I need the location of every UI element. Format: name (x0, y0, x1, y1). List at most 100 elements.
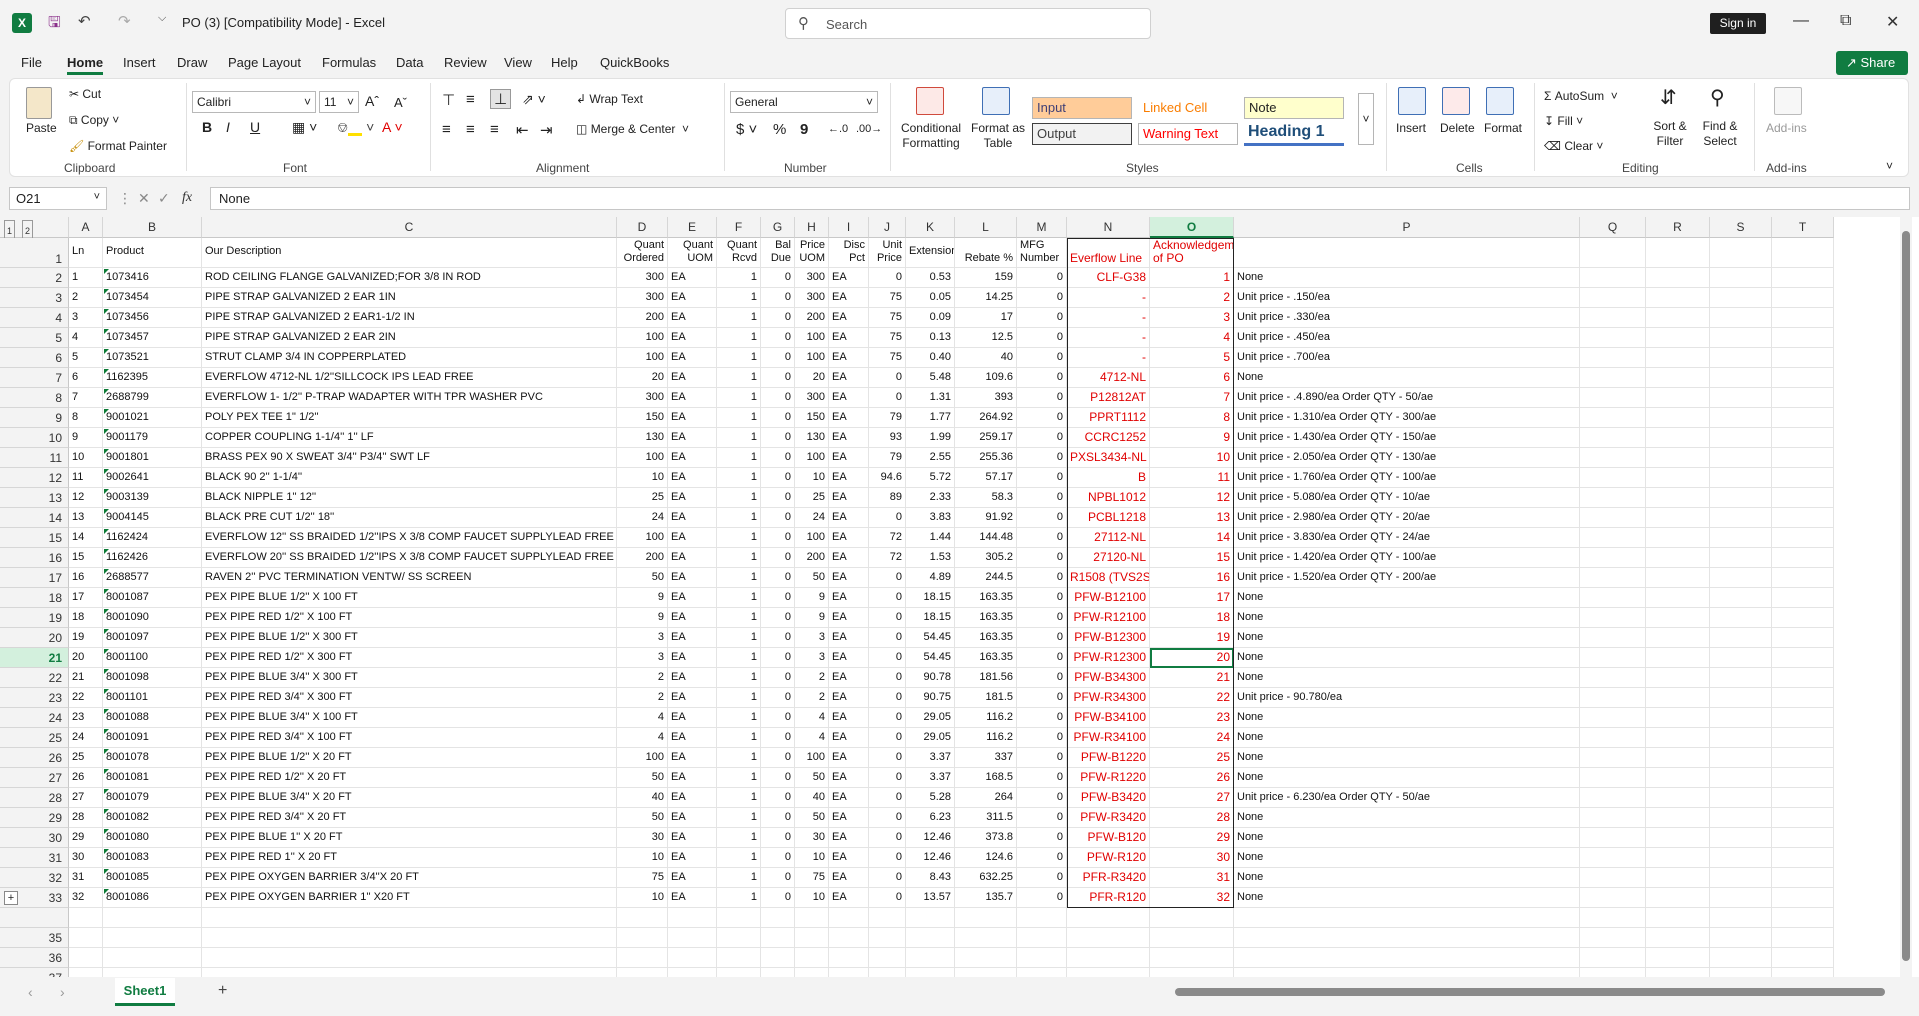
table-cell[interactable]: 0 (1017, 748, 1067, 768)
header-quant-uom[interactable]: Quant UOM (668, 238, 717, 268)
table-cell[interactable]: PEX PIPE BLUE 3/4'' X 20 FT (202, 788, 617, 808)
table-cell[interactable]: PIPE STRAP GALVANIZED 2 EAR 2IN (202, 328, 617, 348)
empty-cell[interactable] (795, 908, 829, 928)
row-header-37[interactable]: 37 (0, 968, 69, 977)
empty-cell[interactable] (1710, 468, 1772, 488)
table-cell[interactable]: 50 (617, 568, 668, 588)
empty-cell[interactable] (1234, 448, 1580, 468)
table-cell[interactable]: NPBL1012 (1067, 488, 1150, 508)
empty-cell[interactable] (668, 908, 717, 928)
empty-cell[interactable] (1772, 308, 1834, 328)
table-cell[interactable]: EA (829, 368, 869, 388)
empty-cell[interactable] (1710, 728, 1772, 748)
table-cell[interactable]: 0 (869, 648, 906, 668)
empty-cell[interactable] (1234, 708, 1580, 728)
empty-cell[interactable] (1580, 728, 1646, 748)
empty-cell[interactable] (1646, 628, 1710, 648)
table-cell[interactable]: PFW-R34100 (1067, 728, 1150, 748)
discrepancy-cell[interactable]: 29 (1150, 828, 1234, 848)
empty-cell[interactable] (1710, 828, 1772, 848)
table-cell[interactable]: 0 (1017, 848, 1067, 868)
empty-cell[interactable] (1646, 848, 1710, 868)
table-cell[interactable]: 2 (795, 668, 829, 688)
table-cell[interactable]: 0.40 (906, 348, 955, 368)
empty-cell[interactable] (1646, 388, 1710, 408)
table-cell[interactable]: 4 (617, 728, 668, 748)
row-header-18[interactable]: 18 (0, 588, 69, 608)
table-cell[interactable]: 2 (795, 688, 829, 708)
empty-cell[interactable] (1646, 448, 1710, 468)
delete-cells-button[interactable]: Delete (1440, 121, 1475, 135)
table-cell[interactable]: PEX PIPE BLUE 3/4'' X 100 FT (202, 708, 617, 728)
table-cell[interactable]: EA (668, 628, 717, 648)
empty-cell[interactable] (717, 908, 761, 928)
table-cell[interactable]: PEX PIPE RED 1'' X 20 FT (202, 848, 617, 868)
table-cell[interactable]: PEX PIPE BLUE 3/4'' X 300 FT (202, 668, 617, 688)
table-cell[interactable]: EA (829, 708, 869, 728)
empty-cell[interactable] (1646, 868, 1710, 888)
table-cell[interactable]: 14 (69, 528, 103, 548)
table-cell[interactable]: 311.5 (955, 808, 1017, 828)
header-discrepancies-on-everflow-s-acknowledgement-of-po[interactable]: Discrepancies on Everflow's Acknowledgem… (1150, 238, 1234, 268)
table-cell[interactable]: 1 (717, 648, 761, 668)
product-cell[interactable]: 8001083 (103, 848, 202, 868)
table-cell[interactable]: EA (668, 408, 717, 428)
table-cell[interactable]: 50 (617, 808, 668, 828)
table-cell[interactable]: 144.48 (955, 528, 1017, 548)
table-cell[interactable]: 0.09 (906, 308, 955, 328)
empty-cell[interactable] (103, 908, 202, 928)
table-cell[interactable]: 1 (717, 768, 761, 788)
table-cell[interactable]: 29.05 (906, 708, 955, 728)
table-cell[interactable]: 0 (761, 308, 795, 328)
table-cell[interactable]: EA (829, 268, 869, 288)
table-cell[interactable]: 0 (1017, 628, 1067, 648)
menu-view[interactable]: View (504, 55, 532, 70)
empty-cell[interactable] (869, 948, 906, 968)
empty-cell[interactable] (1772, 888, 1834, 908)
table-cell[interactable]: 0 (1017, 888, 1067, 908)
table-cell[interactable]: EA (668, 288, 717, 308)
empty-cell[interactable] (202, 928, 617, 948)
table-cell[interactable]: EA (668, 328, 717, 348)
empty-cell[interactable] (1580, 328, 1646, 348)
table-cell[interactable]: 13 (69, 508, 103, 528)
empty-cell[interactable] (69, 928, 103, 948)
table-cell[interactable]: 0 (1017, 608, 1067, 628)
table-cell[interactable]: 0 (761, 668, 795, 688)
empty-cell[interactable] (69, 968, 103, 977)
empty-cell[interactable] (617, 948, 668, 968)
discrepancy-cell[interactable]: 18 (1150, 608, 1234, 628)
menu-draw[interactable]: Draw (177, 55, 207, 70)
table-cell[interactable]: EA (668, 528, 717, 548)
table-cell[interactable]: PCBL1218 (1067, 508, 1150, 528)
product-cell[interactable]: 9001021 (103, 408, 202, 428)
table-cell[interactable]: 0 (1017, 528, 1067, 548)
empty-cell[interactable] (1772, 288, 1834, 308)
empty-cell[interactable] (1710, 328, 1772, 348)
orientation-icon[interactable]: ⇗ ˅ (522, 91, 546, 108)
table-cell[interactable]: 27120-NL (1067, 548, 1150, 568)
empty-cell[interactable] (1772, 908, 1834, 928)
table-cell[interactable]: 100 (795, 448, 829, 468)
empty-cell[interactable] (1580, 608, 1646, 628)
table-cell[interactable]: 300 (617, 268, 668, 288)
table-cell[interactable]: EA (829, 888, 869, 908)
table-cell[interactable]: 1 (717, 288, 761, 308)
table-cell[interactable]: 632.25 (955, 868, 1017, 888)
empty-cell[interactable] (1710, 688, 1772, 708)
table-cell[interactable]: PFW-B34100 (1067, 708, 1150, 728)
table-cell[interactable]: 5.28 (906, 788, 955, 808)
sort-filter-button[interactable]: Sort & Filter (1650, 119, 1690, 149)
table-cell[interactable]: - (1067, 308, 1150, 328)
column-header-p[interactable]: P (1234, 217, 1580, 238)
product-cell[interactable]: 9002641 (103, 468, 202, 488)
header-mfg-number[interactable]: MFG Number (1017, 238, 1067, 268)
row-header-29[interactable]: 29 (0, 808, 69, 828)
menu-file[interactable]: File (21, 55, 42, 70)
table-cell[interactable]: EA (829, 828, 869, 848)
table-cell[interactable]: 0 (1017, 408, 1067, 428)
row-header-30[interactable]: 30 (0, 828, 69, 848)
decrease-indent-icon[interactable]: ⇤ (516, 121, 529, 139)
format-as-table-icon[interactable] (982, 87, 1010, 115)
table-cell[interactable]: 0 (869, 388, 906, 408)
